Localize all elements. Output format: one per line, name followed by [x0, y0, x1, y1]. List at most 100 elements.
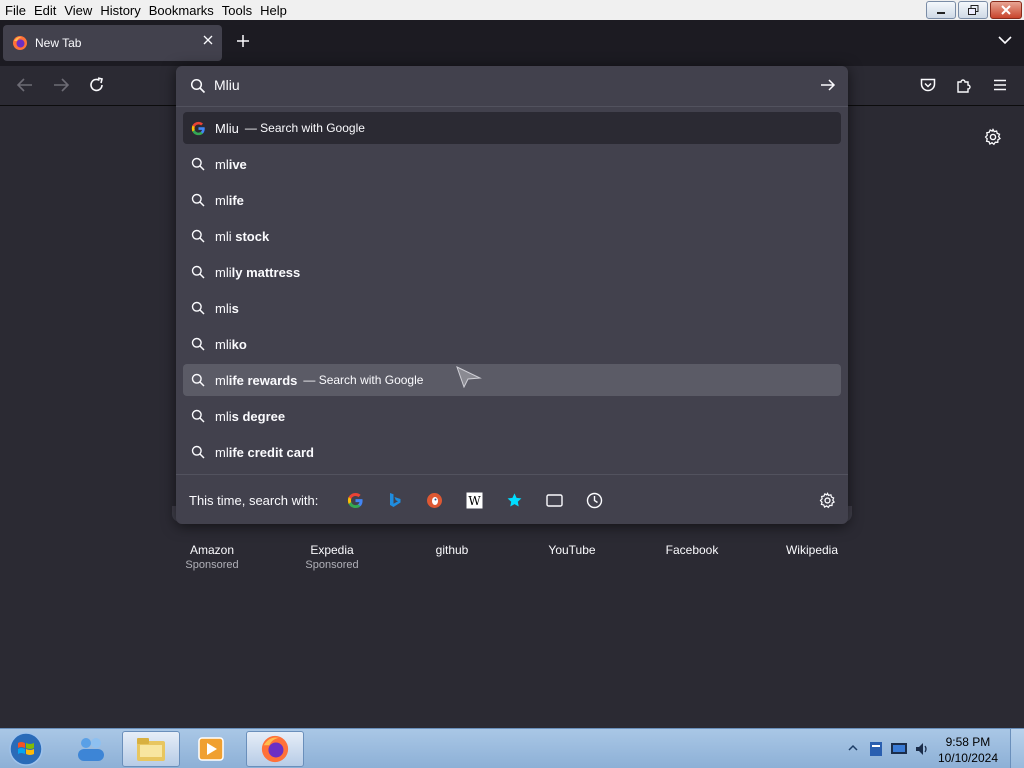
taskbar-app-explorer[interactable]	[122, 731, 180, 767]
tile-label: Amazon	[189, 543, 235, 557]
history-clock-icon[interactable]	[585, 491, 603, 509]
taskbar-app-media-player[interactable]	[182, 731, 240, 767]
suggestion-row[interactable]: mliko	[183, 328, 841, 360]
search-icon	[190, 408, 206, 424]
suggestion-completion: stock	[235, 228, 270, 244]
back-button[interactable]	[16, 76, 34, 98]
suggestion-action: — Search with Google	[244, 121, 365, 135]
network-icon[interactable]	[890, 741, 908, 757]
suggestion-row[interactable]: mlily mattress	[183, 256, 841, 288]
suggestion-typed-part: mli	[215, 300, 232, 316]
hamburger-menu-icon	[994, 79, 1006, 91]
suggestion-typed-part: mli	[215, 336, 232, 352]
suggestion-text: mlis degree	[215, 409, 285, 424]
suggestion-text: mlive	[215, 157, 247, 172]
divider	[176, 106, 848, 107]
tab-new-tab[interactable]: New Tab	[3, 25, 222, 61]
menu-help[interactable]: Help	[256, 3, 291, 18]
suggestion-completion: ive	[228, 156, 247, 172]
suggestion-text: mlife	[215, 193, 244, 208]
menu-tools[interactable]: Tools	[218, 3, 256, 18]
minimize-icon	[937, 12, 945, 14]
pocket-button[interactable]	[919, 76, 937, 98]
search-settings-button[interactable]	[818, 491, 836, 509]
tile-label: YouTube	[548, 543, 596, 557]
gear-icon	[984, 128, 1001, 146]
menu-history[interactable]: History	[96, 3, 144, 18]
address-input[interactable]: Mliu	[214, 77, 240, 93]
suggestion-completion: ly mattress	[231, 264, 301, 280]
tabs-icon[interactable]	[545, 491, 563, 509]
address-bar[interactable]: Mliu	[176, 66, 848, 106]
tab-close-button[interactable]	[202, 34, 214, 50]
extensions-button[interactable]	[955, 76, 973, 98]
suggestion-typed-part: ml	[215, 192, 229, 208]
minimize-button[interactable]	[926, 1, 956, 19]
suggestion-completion: ife	[228, 192, 244, 208]
menu-file[interactable]: File	[0, 3, 30, 18]
reload-button[interactable]	[88, 76, 106, 98]
chevron-down-icon	[998, 36, 1012, 45]
suggestion-text: Mliu	[215, 121, 239, 136]
suggestion-row[interactable]: mlive	[183, 148, 841, 180]
personalize-button[interactable]	[984, 128, 1002, 150]
show-desktop-button[interactable]	[1010, 729, 1024, 768]
suggestion-completion: ife rewards	[228, 372, 298, 388]
suggestion-row[interactable]: mlife rewards — Search with Google	[183, 364, 841, 396]
firefox-icon	[261, 735, 289, 763]
suggestion-typed-part: ml	[215, 444, 229, 460]
suggestion-typed-part: ml	[215, 372, 229, 388]
windows-logo-icon	[9, 732, 43, 766]
tile-label: github	[435, 543, 469, 557]
duckduckgo-icon[interactable]	[425, 491, 443, 509]
pocket-icon	[920, 78, 936, 92]
google-icon[interactable]	[346, 491, 364, 509]
clock[interactable]: 9:58 PM 10/10/2024	[938, 734, 998, 766]
suggestion-row[interactable]: Mliu — Search with Google	[183, 112, 841, 144]
wikipedia-icon[interactable]: W	[465, 491, 483, 509]
app-menu-button[interactable]	[991, 76, 1009, 98]
restore-button[interactable]	[958, 1, 988, 19]
suggestion-row[interactable]: mlife	[183, 184, 841, 216]
action-center-icon[interactable]	[868, 740, 884, 758]
volume-icon[interactable]	[914, 741, 930, 757]
close-icon	[1001, 5, 1011, 15]
forward-button[interactable]	[52, 76, 70, 98]
suggestion-row[interactable]: mlis degree	[183, 400, 841, 432]
new-tab-button[interactable]	[235, 32, 251, 52]
go-button[interactable]	[820, 77, 836, 97]
suggestion-typed-part: mli	[215, 228, 236, 244]
tab-strip: New Tab	[0, 20, 1024, 66]
gear-icon	[819, 491, 835, 508]
suggestion-row[interactable]: mli stock	[183, 220, 841, 252]
menu-bar: File Edit View History Bookmarks Tools H…	[0, 0, 1024, 20]
suggestion-text: mlife rewards	[215, 373, 297, 388]
list-all-tabs-button[interactable]	[998, 34, 1012, 49]
address-bar-popup: Mliu Mliu — Search with Google mlive mlife m…	[176, 66, 848, 524]
taskbar-app-firefox[interactable]	[246, 731, 304, 767]
taskbar-app-people[interactable]	[62, 731, 120, 767]
suggestion-typed-part: mli	[215, 264, 232, 280]
firefox-icon	[13, 36, 27, 50]
puzzle-piece-icon	[957, 79, 971, 93]
suggestion-row[interactable]: mlife credit card	[183, 436, 841, 468]
mouse-cursor-icon	[456, 366, 482, 388]
bookmarks-star-icon[interactable]	[505, 491, 523, 509]
menu-edit[interactable]: Edit	[30, 3, 60, 18]
suggestion-list: Mliu — Search with Google mlive mlife mli st…	[183, 112, 841, 472]
search-icon	[190, 300, 206, 316]
suggestion-text: mlily mattress	[215, 265, 300, 280]
suggestion-completion: ife credit card	[228, 444, 314, 460]
search-icon	[190, 228, 206, 244]
close-window-button[interactable]	[990, 1, 1022, 19]
window-controls	[926, 1, 1022, 19]
start-button[interactable]	[6, 731, 46, 767]
suggestion-row[interactable]: mlis	[183, 292, 841, 324]
show-hidden-icons-icon[interactable]	[848, 743, 858, 753]
menu-bookmarks[interactable]: Bookmarks	[145, 3, 218, 18]
search-icon	[190, 264, 206, 280]
bing-icon[interactable]	[386, 491, 404, 509]
menu-view[interactable]: View	[60, 3, 96, 18]
suggestion-completion: s degree	[231, 408, 286, 424]
suggestion-text: mliko	[215, 337, 247, 352]
